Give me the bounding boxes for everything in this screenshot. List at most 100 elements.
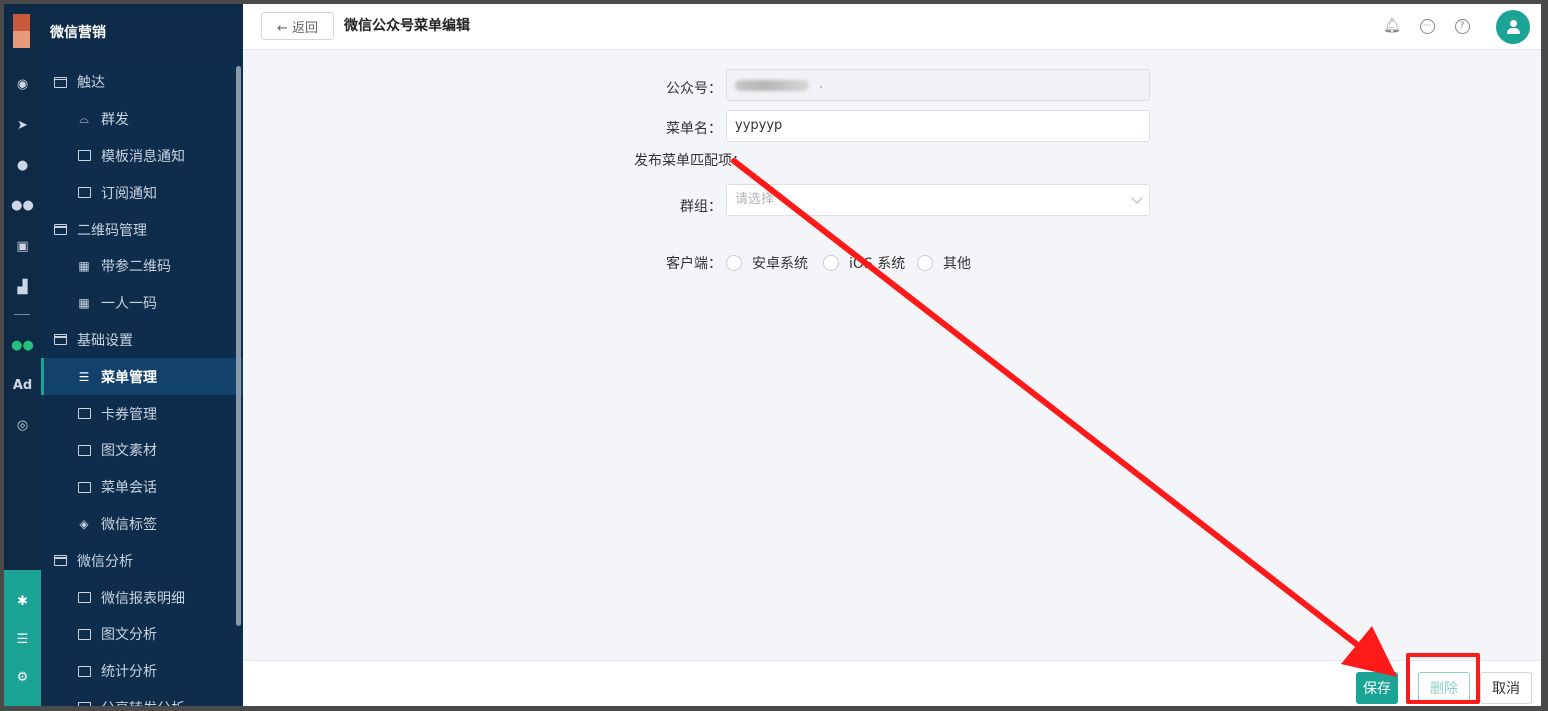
report-icon: [77, 592, 91, 604]
publish-match-label: 发布菜单匹配项：: [634, 153, 746, 169]
sidebar-item-label: 一人一码: [101, 296, 157, 313]
qrcode-person-icon: ▦: [78, 296, 90, 311]
article-analysis-icon: [77, 628, 91, 640]
icon-rail: ◉ ➤ ● ●● ▣ ▟ ●● Ad ◎ ✱ ☰ ⚙: [4, 4, 41, 706]
radio-circle[interactable]: [823, 255, 839, 271]
redacted-account-name: [735, 80, 809, 91]
group-select[interactable]: 请选择: [726, 184, 1150, 216]
sidebar-item-label: 群发: [101, 112, 129, 129]
folder-icon: [53, 334, 67, 346]
share-icon: [77, 702, 91, 706]
page-title: 微信公众号菜单编辑: [344, 18, 470, 34]
chevron-down-icon: [1131, 192, 1143, 204]
ad-icon[interactable]: Ad: [4, 374, 41, 396]
bookmark-icon[interactable]: ▣: [4, 235, 41, 257]
sidebar-group-analysis[interactable]: 微信分析: [41, 542, 243, 579]
radio-other[interactable]: 其他: [917, 253, 971, 273]
sidebar-group-label: 基础设置: [77, 332, 133, 349]
tag-icon: ◈: [79, 516, 89, 531]
menu-name-input[interactable]: yypyyp: [726, 110, 1150, 142]
sidebar-item-label: 订阅通知: [101, 185, 157, 202]
sidebar-item-coupon[interactable]: 卡券管理: [41, 395, 243, 432]
sidebar-item-menu-chat[interactable]: 菜单会话: [41, 469, 243, 506]
menu-name-label: 菜单名：: [666, 121, 722, 137]
target-icon[interactable]: ◎: [4, 414, 41, 436]
radio-circle[interactable]: [917, 255, 933, 271]
sidebar-item-share[interactable]: 分享转发分析: [41, 690, 243, 706]
radio-label: 其他: [943, 256, 971, 272]
group-select-placeholder: 请选择: [735, 192, 775, 207]
dashboard-icon[interactable]: ◉: [4, 73, 41, 95]
account-field: .: [726, 69, 1150, 101]
radio-circle[interactable]: [726, 255, 742, 271]
chat-icon: [77, 481, 91, 493]
rail-divider: [14, 314, 30, 315]
sidebar-item-wechat-tag[interactable]: ◈ 微信标签: [41, 506, 243, 543]
server-icon[interactable]: ☰: [4, 628, 41, 650]
sidebar-item-label: 图文素材: [101, 443, 157, 460]
sidebar-group-basic[interactable]: 基础设置: [41, 322, 243, 359]
users-icon[interactable]: ●●: [4, 194, 41, 216]
sidebar-item-label: 卡券管理: [101, 406, 157, 423]
sidebar-item-label: 模板消息通知: [101, 148, 185, 165]
sidebar-item-article-analysis[interactable]: 图文分析: [41, 616, 243, 653]
sidebar-group-label: 微信分析: [77, 553, 133, 570]
sidebar-item-broadcast[interactable]: ⌓ 群发: [41, 101, 243, 138]
rail-bottom-zone: ✱ ☰ ⚙: [4, 570, 41, 706]
qrcode-icon: ▦: [78, 259, 90, 274]
sidebar-item-label: 菜单会话: [101, 480, 157, 497]
subscribe-icon: [77, 187, 91, 199]
coupon-icon: [77, 408, 91, 420]
user-avatar-icon: [1506, 20, 1520, 34]
sidebar-group-label: 触达: [77, 75, 105, 92]
top-bar: ← 返回 微信公众号菜单编辑 🔔︎ ··· ?: [243, 4, 1541, 50]
sidebar-item-label: 菜单管理: [101, 369, 157, 386]
send-icon[interactable]: ➤: [4, 114, 41, 136]
help-icon[interactable]: ?: [1453, 17, 1471, 35]
user-icon[interactable]: ●: [4, 154, 41, 176]
sidebar-item-personal-qrcode[interactable]: ▦ 一人一码: [41, 285, 243, 322]
sidebar-scrollbar[interactable]: [236, 66, 241, 626]
sidebar-item-subscribe[interactable]: 订阅通知: [41, 174, 243, 211]
sidebar-item-label: 图文分析: [101, 627, 157, 644]
sidebar-item-label: 微信报表明细: [101, 590, 185, 607]
sidebar-item-label: 微信标签: [101, 516, 157, 533]
folder-icon: [53, 555, 67, 567]
app-frame: ◉ ➤ ● ●● ▣ ▟ ●● Ad ◎ ✱ ☰ ⚙ 微信营销 触达 ⌓ 群发 模…: [4, 4, 1541, 706]
settings-icon[interactable]: ⚙: [4, 666, 41, 688]
cancel-button[interactable]: 取消: [1480, 672, 1532, 704]
app-logo: [13, 14, 30, 48]
back-button[interactable]: ← 返回: [261, 12, 334, 40]
stats-icon: [77, 665, 91, 677]
network-icon[interactable]: ✱: [4, 590, 41, 612]
wechat-icon[interactable]: ●●: [4, 334, 41, 356]
folder-icon: [53, 224, 67, 236]
article-icon: [77, 444, 91, 456]
footer-bar: 保存 删除 取消: [243, 660, 1541, 706]
sidebar-group-qrcode[interactable]: 二维码管理: [41, 211, 243, 248]
sidebar-item-menu-management[interactable]: ☰ 菜单管理: [41, 358, 243, 396]
sidebar-item-label: 统计分析: [101, 664, 157, 681]
radio-ios[interactable]: iOS 系统: [823, 253, 905, 273]
client-label: 客户端：: [666, 256, 722, 272]
sidebar-group-label: 二维码管理: [77, 222, 147, 239]
sidebar-group-touch[interactable]: 触达: [41, 64, 243, 101]
account-label: 公众号：: [666, 81, 722, 97]
sidebar-item-article[interactable]: 图文素材: [41, 432, 243, 469]
folder-icon: [53, 76, 67, 88]
sidebar-item-report[interactable]: 微信报表明细: [41, 579, 243, 616]
message-icon[interactable]: ···: [1418, 17, 1436, 35]
sidebar-item-param-qrcode[interactable]: ▦ 带参二维码: [41, 248, 243, 285]
chart-icon[interactable]: ▟: [4, 276, 41, 298]
sidebar-item-template[interactable]: 模板消息通知: [41, 138, 243, 175]
template-icon: [77, 150, 91, 162]
radio-label: 安卓系统: [752, 256, 808, 272]
sidebar-item-stats[interactable]: 统计分析: [41, 653, 243, 690]
annotation-arrow-shaft: [731, 158, 1367, 653]
broadcast-icon: ⌓: [79, 111, 89, 126]
menu-list-icon: ☰: [78, 369, 90, 384]
avatar[interactable]: [1496, 10, 1530, 44]
bell-icon[interactable]: 🔔︎: [1383, 17, 1401, 35]
save-button[interactable]: 保存: [1356, 672, 1398, 704]
radio-android[interactable]: 安卓系统: [726, 253, 808, 273]
